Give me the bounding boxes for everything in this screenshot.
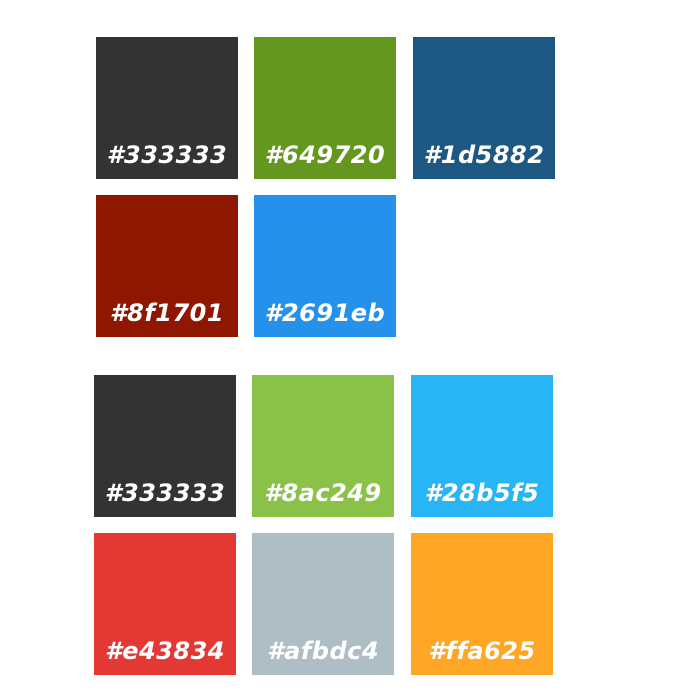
swatch: #e43834 [94, 533, 236, 675]
swatch: #649720 [254, 37, 396, 179]
swatch-hex-label: #8ac249 [264, 479, 382, 507]
swatch: #28b5f5 [411, 375, 553, 517]
swatch: #afbdc4 [252, 533, 394, 675]
swatch-hex-label: #ffa625 [428, 637, 536, 665]
swatch-hex-label: #afbdc4 [266, 637, 380, 665]
swatch: #8ac249 [252, 375, 394, 517]
swatch-hex-label: #8f1701 [109, 299, 225, 327]
swatch-hex-label: #649720 [264, 141, 386, 169]
swatch: #1d5882 [413, 37, 555, 179]
swatch-hex-label: #1d5882 [423, 141, 545, 169]
swatch-hex-label: #2691eb [264, 299, 386, 327]
color-palettes: #333333 #649720 #1d5882 #8f1701 #2691eb … [0, 0, 700, 700]
swatch-hex-label: #333333 [104, 479, 226, 507]
swatch: #ffa625 [411, 533, 553, 675]
swatch-hex-label: #28b5f5 [424, 479, 540, 507]
swatch: #333333 [94, 375, 236, 517]
swatch-hex-label: #e43834 [105, 637, 225, 665]
swatch-hex-label: #333333 [106, 141, 228, 169]
swatch: #2691eb [254, 195, 396, 337]
swatch: #333333 [96, 37, 238, 179]
swatch: #8f1701 [96, 195, 238, 337]
